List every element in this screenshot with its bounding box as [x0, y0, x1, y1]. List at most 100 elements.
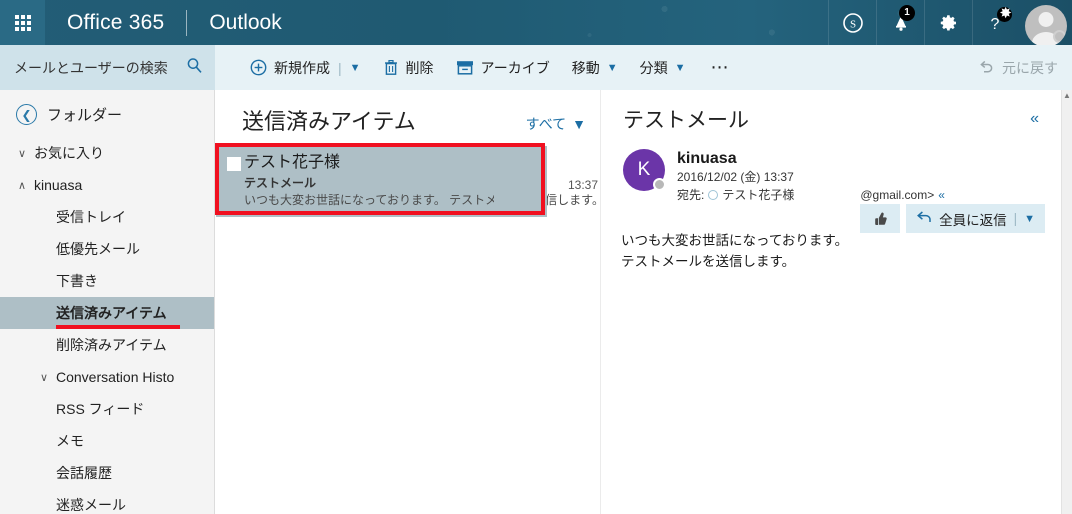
new-message-button[interactable]: 新規作成 | ▼ — [239, 45, 372, 90]
folders-header-label: フォルダー — [47, 107, 123, 124]
sidebar-item-label: 下書き — [56, 273, 98, 289]
svg-text:?: ? — [990, 16, 999, 33]
sidebar-item-conversation-log[interactable]: 会話履歴 — [0, 457, 214, 489]
new-message-label: 新規作成 — [274, 59, 330, 76]
sidebar-item-label: 迷惑メール — [56, 497, 126, 513]
folders-header[interactable]: ❮ フォルダー — [0, 90, 214, 137]
message-row-right-strip — [494, 146, 547, 217]
undo-arrow-icon — [978, 59, 995, 77]
reply-all-arrow-icon — [916, 210, 932, 227]
email-body-line: いつも大変お世話になっております。 — [621, 233, 849, 248]
sender-name[interactable]: kinuasa — [677, 149, 945, 168]
top-navigation-bar: Office 365 Outlook S 1 ? ✸ — [0, 0, 1072, 45]
chevron-down-icon[interactable]: ▼ — [1024, 213, 1035, 225]
recipient-name[interactable]: テスト花子様 — [722, 186, 794, 204]
sidebar-item-label: RSS フィード — [56, 401, 145, 417]
sidebar-item-label: 削除済みアイテム — [56, 337, 167, 353]
sender-avatar[interactable]: K — [623, 149, 666, 191]
archive-button[interactable]: アーカイブ — [445, 45, 561, 90]
list-filter-label: すべて — [525, 116, 567, 132]
email-date: 2016/12/02 (金) 13:37 — [677, 170, 794, 184]
sidebar-item-kinuasa[interactable]: ∧ kinuasa — [0, 169, 214, 201]
help-icon[interactable]: ? ✸ — [972, 0, 1020, 45]
email-subject: テストメール — [623, 109, 749, 132]
office365-brand-label[interactable]: Office 365 — [45, 11, 186, 35]
scroll-up-arrow-icon[interactable]: ▲ — [1062, 90, 1072, 102]
undo-label: 元に戻す — [1002, 59, 1058, 76]
chevron-down-icon[interactable]: ▼ — [607, 62, 618, 74]
app-launcher-waffle-icon[interactable] — [0, 0, 45, 45]
trash-icon — [383, 59, 399, 76]
chevron-down-icon[interactable]: ∨ — [18, 147, 34, 160]
folder-sidebar: ❮ フォルダー ∨ お気に入り ∧ kinuasa 受信トレイ 低優先メール 下… — [0, 90, 215, 514]
search-placeholder-text: メールとユーザーの検索 — [14, 59, 168, 76]
sidebar-item-deleted-items[interactable]: 削除済みアイテム — [0, 329, 214, 361]
move-label: 移動 — [571, 59, 600, 76]
thumbs-up-icon[interactable] — [860, 204, 901, 233]
redacted-email-block — [798, 188, 857, 202]
sidebar-item-favorites[interactable]: ∨ お気に入り — [0, 137, 214, 169]
sidebar-item-label: 会話履歴 — [56, 465, 112, 481]
chevron-up-icon[interactable]: ∧ — [18, 179, 34, 192]
sender-avatar-initial: K — [637, 159, 651, 180]
delete-button[interactable]: 削除 — [372, 45, 445, 90]
command-toolbar: 新規作成 | ▼ 削除 アーカイブ 移動 ▼ 分類 ▼ ⋯ 元に戻す — [215, 45, 1072, 90]
sidebar-item-drafts[interactable]: 下書き — [0, 265, 214, 297]
sidebar-item-rss-feeds[interactable]: RSS フィード — [0, 393, 214, 425]
sidebar-item-conversation-history[interactable]: ∨ Conversation Histo — [0, 361, 214, 393]
sender-info-block: K kinuasa 2016/12/02 (金) 13:37 宛先: テスト花子… — [601, 146, 1061, 233]
list-filter-dropdown[interactable]: すべて ▼ — [526, 114, 586, 134]
more-options-button[interactable]: ⋯ — [696, 45, 743, 90]
undo-button[interactable]: 元に戻す — [978, 58, 1058, 78]
notifications-bell-icon[interactable]: 1 — [876, 0, 924, 45]
sidebar-item-label: お気に入り — [34, 145, 104, 161]
presence-status-indicator — [1053, 30, 1066, 43]
sidebar-item-inbox[interactable]: 受信トレイ — [0, 201, 214, 233]
settings-gear-icon[interactable] — [924, 0, 972, 45]
email-body-line: テストメールを送信します。 — [621, 254, 796, 269]
reply-actions: 全員に返信 | ▼ — [860, 204, 1045, 233]
message-time: 13:37 — [567, 178, 598, 192]
avatar-image — [1025, 5, 1067, 45]
recipient-label: 宛先: — [677, 188, 705, 202]
back-arrow-icon[interactable]: ❮ — [16, 104, 37, 125]
vertical-scrollbar[interactable]: ▲ — [1061, 90, 1072, 514]
sender-metadata: kinuasa 2016/12/02 (金) 13:37 宛先: テスト花子様 … — [677, 149, 945, 204]
message-select-checkbox[interactable] — [227, 157, 241, 171]
message-list-item[interactable]: テスト花子様 テストメール いつも大変お世話になっております。 テストメールを送… — [216, 146, 604, 217]
sidebar-item-notes[interactable]: メモ — [0, 425, 214, 457]
notification-count-badge: 1 — [899, 5, 915, 21]
sidebar-item-low-priority[interactable]: 低優先メール — [0, 233, 214, 265]
reading-pane-header: テストメール « — [601, 90, 1061, 146]
sidebar-item-label: 低優先メール — [56, 241, 140, 257]
chevron-down-icon[interactable]: ▼ — [350, 62, 361, 74]
waffle-grid-glyph — [14, 14, 31, 31]
delete-label: 削除 — [405, 59, 434, 76]
sidebar-item-label: 送信済みアイテム — [56, 305, 167, 321]
recipient-expand-icon[interactable]: « — [938, 186, 945, 204]
skype-icon[interactable]: S — [828, 0, 876, 45]
reading-pane: テストメール « K kinuasa 2016/12/02 (金) 13:37 … — [601, 90, 1061, 514]
search-icon[interactable] — [186, 57, 203, 79]
help-new-badge: ✸ — [997, 5, 1012, 22]
chevron-down-icon[interactable]: ▼ — [675, 62, 686, 74]
app-name-outlook[interactable]: Outlook — [187, 11, 303, 35]
search-input[interactable]: メールとユーザーの検索 — [0, 45, 215, 90]
archive-label: アーカイブ — [480, 59, 550, 76]
sidebar-item-sent-items[interactable]: 送信済みアイテム — [0, 297, 214, 329]
recipient-avatar-icon — [708, 190, 719, 200]
sidebar-item-junk-mail[interactable]: 迷惑メール — [0, 489, 214, 514]
new-split-divider: | — [338, 59, 342, 76]
chevron-down-icon[interactable]: ∨ — [40, 371, 56, 384]
move-button[interactable]: 移動 ▼ — [561, 45, 629, 90]
recipient-domain: @gmail.com> — [860, 188, 935, 202]
collapse-header-icon[interactable]: « — [1030, 110, 1039, 128]
user-avatar[interactable] — [1020, 0, 1072, 45]
reply-split-divider: | — [1013, 211, 1018, 226]
recipient-line: 宛先: テスト花子様 @gmail.com> « — [677, 186, 945, 204]
plus-circle-icon — [250, 59, 267, 76]
categorize-button[interactable]: 分類 ▼ — [629, 45, 697, 90]
archive-box-icon — [456, 60, 474, 75]
sidebar-item-label: 受信トレイ — [56, 209, 126, 225]
reply-all-button[interactable]: 全員に返信 | ▼ — [906, 204, 1045, 233]
